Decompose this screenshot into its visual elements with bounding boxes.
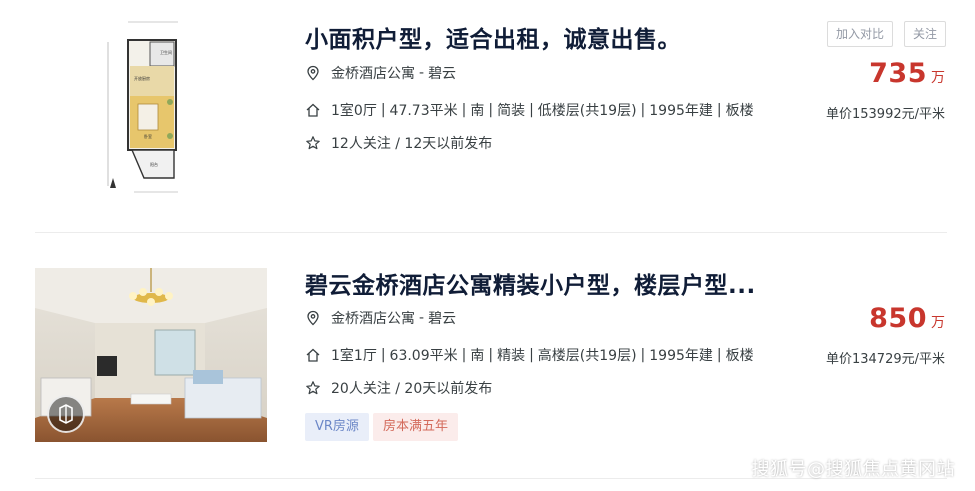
location-pin-icon xyxy=(305,310,321,326)
listing-title[interactable]: 碧云金桥酒店公寓精装小户型，楼层户型... xyxy=(305,266,756,300)
house-info-row: 1室1厅 | 63.09平米 | 南 | 精装 | 高楼层(共19层) | 1995年建 |… xyxy=(305,345,754,365)
balcony-label: 阳台 xyxy=(150,161,158,167)
price-unit: 万 xyxy=(931,70,945,86)
info-layout: 1室0厅 xyxy=(331,103,377,119)
info-floor: 高楼层(共19层) xyxy=(537,348,637,364)
tag-vr: VR房源 xyxy=(305,413,369,441)
listing-item[interactable]: 卫生间 开放厨房 卧室 阳台 小面积户型，适合出租，诚意出售。 金桥酒店公寓 -… xyxy=(0,0,975,232)
info-year: 1995年建 xyxy=(649,103,713,119)
listing-item[interactable]: 碧云金桥酒店公寓精装小户型，楼层户型... 金桥酒店公寓 - 碧云 1室1厅 | … xyxy=(0,233,975,478)
district-link[interactable]: 碧云 xyxy=(428,63,456,83)
floorplan-image[interactable]: 卫生间 开放厨房 卧室 阳台 xyxy=(104,18,184,196)
info-orientation: 南 xyxy=(470,348,485,364)
follow-button[interactable]: 关注 xyxy=(904,21,947,47)
total-price: 850 万 xyxy=(869,303,945,334)
info-orientation: 南 xyxy=(470,103,485,119)
address-separator: - xyxy=(419,65,425,81)
info-year: 1995年建 xyxy=(649,348,713,364)
house-icon xyxy=(305,347,321,363)
unit-price: 单价153992元/平米 xyxy=(825,107,945,122)
tag-five-years: 房本满五年 xyxy=(373,413,459,441)
follow-row: 12人关注 / 12天以前发布 xyxy=(305,133,492,153)
add-compare-button[interactable]: 加入对比 xyxy=(827,21,894,47)
address-separator: - xyxy=(419,310,425,326)
total-price: 735 万 xyxy=(869,58,945,89)
info-floor: 低楼层(共19层) xyxy=(537,103,637,119)
info-decoration: 精装 xyxy=(497,348,526,364)
star-icon xyxy=(305,380,321,396)
house-info-row: 1室0厅 | 47.73平米 | 南 | 简装 | 低楼层(共19层) | 1995年建 |… xyxy=(305,100,754,120)
address-row: 金桥酒店公寓 - 碧云 xyxy=(305,308,456,328)
follow-text: 20人关注 / 20天以前发布 xyxy=(331,381,493,397)
location-pin-icon xyxy=(305,65,321,81)
room-photo[interactable] xyxy=(35,268,267,442)
info-area: 63.09平米 xyxy=(389,348,458,364)
bedroom-label: 卧室 xyxy=(144,133,152,139)
follow-text: 12人关注 / 12天以前发布 xyxy=(331,136,493,152)
bath-label: 卫生间 xyxy=(160,49,172,55)
price-value: 850 xyxy=(869,303,927,334)
unit-price: 单价134729元/平米 xyxy=(825,352,945,367)
community-link[interactable]: 金桥酒店公寓 xyxy=(331,308,415,328)
info-building-type: 板楼 xyxy=(725,103,754,119)
kitchen-label: 开放厨房 xyxy=(134,75,150,81)
listing-title[interactable]: 小面积户型，适合出租，诚意出售。 xyxy=(305,20,681,54)
watermark: 搜狐号@搜狐焦点黄冈站 xyxy=(751,459,955,480)
follow-row: 20人关注 / 20天以前发布 xyxy=(305,378,492,398)
price-unit: 万 xyxy=(931,315,945,331)
vr-badge-icon[interactable] xyxy=(47,395,85,433)
district-link[interactable]: 碧云 xyxy=(428,308,456,328)
star-icon xyxy=(305,135,321,151)
floorplan-drawing: 卫生间 开放厨房 卧室 阳台 xyxy=(107,21,178,193)
address-row: 金桥酒店公寓 - 碧云 xyxy=(305,63,456,83)
price-value: 735 xyxy=(869,58,927,89)
community-link[interactable]: 金桥酒店公寓 xyxy=(331,63,415,83)
house-icon xyxy=(305,102,321,118)
info-area: 47.73平米 xyxy=(389,103,458,119)
info-building-type: 板楼 xyxy=(725,348,754,364)
info-decoration: 简装 xyxy=(497,103,526,119)
info-layout: 1室1厅 xyxy=(331,348,377,364)
